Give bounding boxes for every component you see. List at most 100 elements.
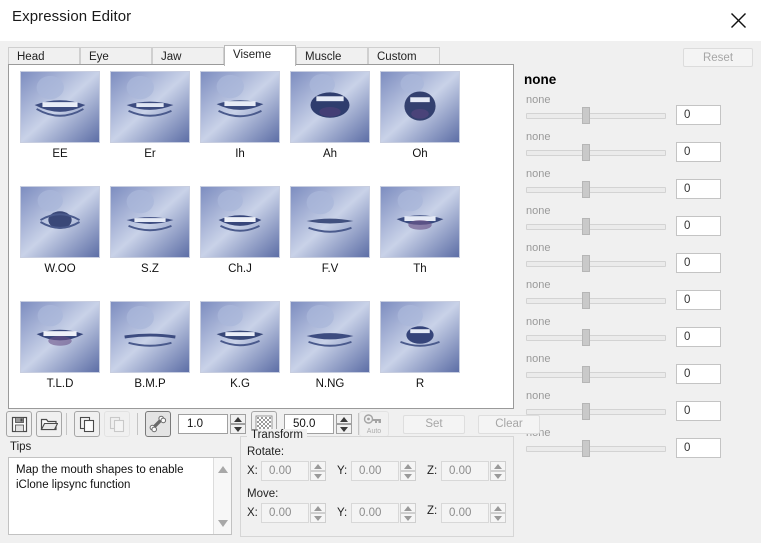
viseme-item[interactable]: K.G [200,301,280,390]
viseme-thumbnail-r[interactable] [380,301,460,373]
clear-button[interactable]: Clear [478,415,540,434]
tab-muscle[interactable]: Muscle [296,47,368,65]
strength-spin-down[interactable] [230,424,246,434]
open-button[interactable] [36,411,62,437]
slider-value-input[interactable]: 0 [676,142,721,162]
tips-scroll-down-button[interactable] [214,514,231,532]
move-x-spin-down[interactable] [310,513,326,523]
viseme-thumbnail-er[interactable] [110,71,190,143]
slider-track[interactable] [526,261,666,267]
rotate-z-spin-up[interactable] [490,461,506,471]
slider-value-input[interactable]: 0 [676,216,721,236]
rotate-y-input[interactable]: 0.00 [351,461,399,481]
viseme-thumbnail-woo[interactable] [20,186,100,258]
viseme-thumbnail-oh[interactable] [380,71,460,143]
tab-eye[interactable]: Eye [80,47,152,65]
slider-thumb[interactable] [582,144,590,161]
slider-value-input[interactable]: 0 [676,253,721,273]
slider-thumb[interactable] [582,255,590,272]
strength-input[interactable]: 1.0 [178,414,228,434]
falloff-spinner[interactable] [336,414,352,434]
viseme-thumbnail-ah[interactable] [290,71,370,143]
slider-track[interactable] [526,224,666,230]
copy-button[interactable] [74,411,100,437]
falloff-spin-up[interactable] [336,414,352,424]
move-y-spinner[interactable] [400,503,416,523]
tips-scroll-up-button[interactable] [214,460,231,478]
slider-value-input[interactable]: 0 [676,179,721,199]
viseme-item[interactable]: Er [110,71,190,160]
viseme-thumbnail-chj[interactable] [200,186,280,258]
move-x-spinner[interactable] [310,503,326,523]
viseme-item[interactable]: B.M.P [110,301,190,390]
viseme-item[interactable]: EE [20,71,100,160]
viseme-item[interactable]: Ih [200,71,280,160]
slider-thumb[interactable] [582,329,590,346]
rotate-x-spin-up[interactable] [310,461,326,471]
slider-value-input[interactable]: 0 [676,401,721,421]
viseme-thumbnail-bmp[interactable] [110,301,190,373]
slider-thumb[interactable] [582,292,590,309]
move-z-spin-up[interactable] [490,503,506,513]
viseme-item[interactable]: Th [380,186,460,275]
close-icon[interactable] [715,0,761,40]
viseme-item[interactable]: S.Z [110,186,190,275]
move-z-spin-down[interactable] [490,513,506,523]
save-button[interactable] [6,411,32,437]
viseme-thumbnail-fv[interactable] [290,186,370,258]
viseme-thumbnail-sz[interactable] [110,186,190,258]
move-z-input[interactable]: 0.00 [441,503,489,523]
move-y-spin-down[interactable] [400,513,416,523]
falloff-spin-down[interactable] [336,424,352,434]
set-button[interactable]: Set [403,415,465,434]
strength-spinner[interactable] [230,414,246,434]
move-y-spin-up[interactable] [400,503,416,513]
slider-track[interactable] [526,187,666,193]
rotate-x-spinner[interactable] [310,461,326,481]
slider-thumb[interactable] [582,218,590,235]
slider-track[interactable] [526,335,666,341]
move-z-spinner[interactable] [490,503,506,523]
reset-button[interactable]: Reset [683,48,753,67]
viseme-thumbnail-kg[interactable] [200,301,280,373]
viseme-thumbnail-tld[interactable] [20,301,100,373]
move-x-input[interactable]: 0.00 [261,503,309,523]
slider-value-input[interactable]: 0 [676,364,721,384]
viseme-item[interactable]: Ch.J [200,186,280,275]
viseme-item[interactable]: T.L.D [20,301,100,390]
viseme-item[interactable]: R [380,301,460,390]
slider-thumb[interactable] [582,107,590,124]
viseme-item[interactable]: Ah [290,71,370,160]
slider-thumb[interactable] [582,403,590,420]
rotate-y-spinner[interactable] [400,461,416,481]
viseme-item[interactable]: N.NG [290,301,370,390]
slider-track[interactable] [526,150,666,156]
viseme-thumbnail-ih[interactable] [200,71,280,143]
slider-track[interactable] [526,298,666,304]
viseme-item[interactable]: Oh [380,71,460,160]
bone-tool-button[interactable] [145,411,171,437]
slider-value-input[interactable]: 0 [676,105,721,125]
slider-track[interactable] [526,409,666,415]
tab-custom[interactable]: Custom [368,47,440,65]
viseme-thumbnail-ee[interactable] [20,71,100,143]
slider-track[interactable] [526,113,666,119]
tips-scrollbar[interactable] [213,458,231,534]
rotate-y-spin-up[interactable] [400,461,416,471]
slider-value-input[interactable]: 0 [676,327,721,347]
rotate-z-spin-down[interactable] [490,471,506,481]
move-x-spin-up[interactable] [310,503,326,513]
rotate-y-spin-down[interactable] [400,471,416,481]
viseme-item[interactable]: F.V [290,186,370,275]
strength-spin-up[interactable] [230,414,246,424]
slider-track[interactable] [526,446,666,452]
rotate-z-input[interactable]: 0.00 [441,461,489,481]
slider-thumb[interactable] [582,440,590,457]
tab-viseme[interactable]: Viseme [224,45,296,66]
slider-thumb[interactable] [582,181,590,198]
slider-track[interactable] [526,372,666,378]
rotate-z-spinner[interactable] [490,461,506,481]
move-y-input[interactable]: 0.00 [351,503,399,523]
slider-thumb[interactable] [582,366,590,383]
viseme-thumbnail-nng[interactable] [290,301,370,373]
